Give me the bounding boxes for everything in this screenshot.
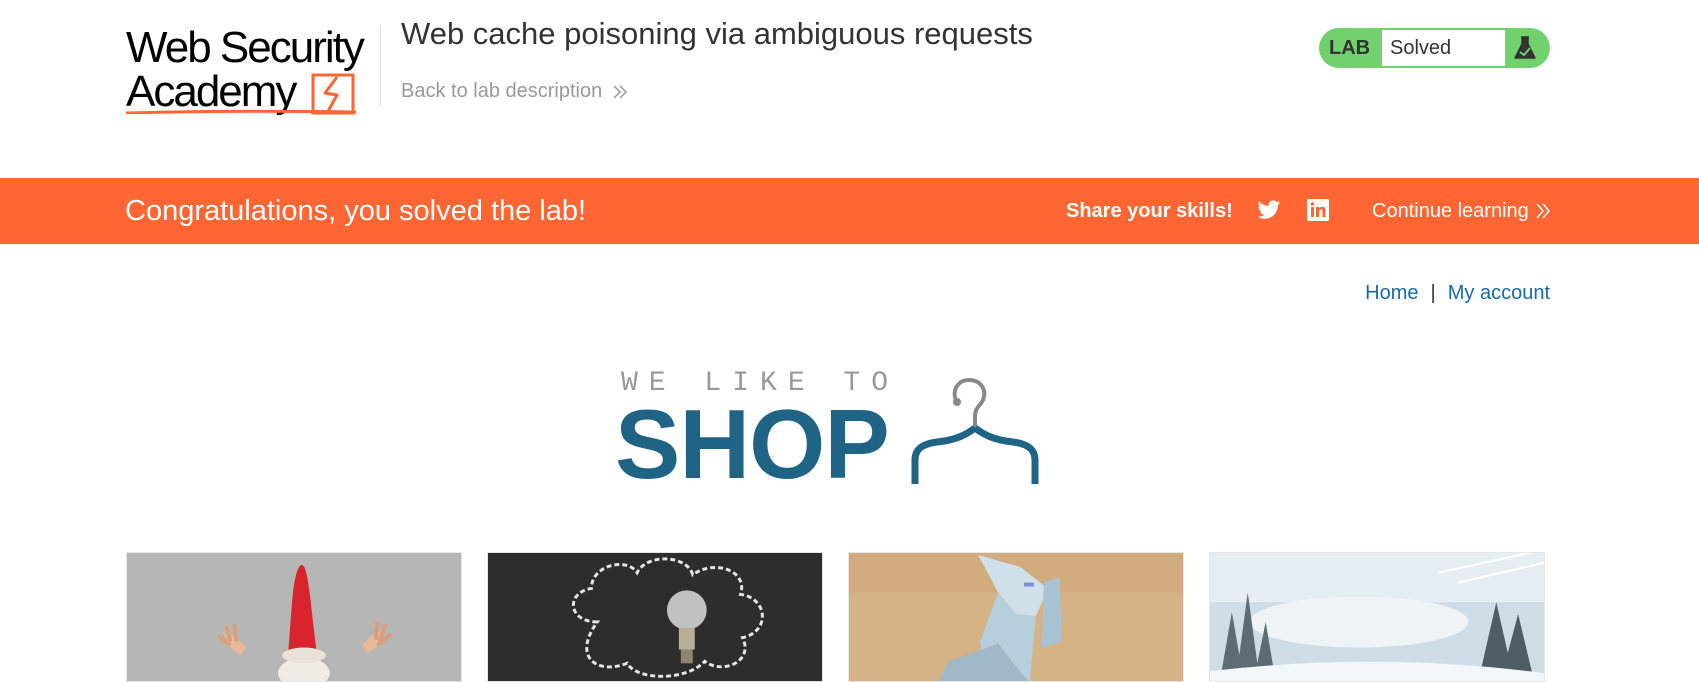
double-chevron-right-icon <box>613 84 628 99</box>
snowy-forest-image <box>1210 553 1544 681</box>
logo-line-1: Web Security <box>126 23 365 72</box>
back-link-label: Back to lab description <box>401 80 603 102</box>
garden-gnome-image <box>127 553 461 681</box>
light-bulb-chalk-cloud-image <box>488 553 822 681</box>
shop-logo-word: SHOP <box>615 389 890 499</box>
we-like-to-shop-logo: WE LIKE TO SHOP <box>615 364 1065 494</box>
nav-separator: | <box>1430 282 1436 304</box>
logo-line-2: Academy <box>126 67 297 116</box>
back-to-lab-description-link[interactable]: Back to lab description <box>401 80 628 103</box>
product-card-origami[interactable] <box>848 552 1184 682</box>
nav-home-link[interactable]: Home <box>1365 282 1418 304</box>
double-chevron-right-icon <box>1536 203 1550 219</box>
clothes-hanger-icon <box>911 377 1039 484</box>
solved-banner: Congratulations, you solved the lab! Sha… <box>0 178 1699 244</box>
web-security-academy-logo[interactable]: Web Security Academy <box>126 26 378 116</box>
lab-title: Web cache poisoning via ambiguous reques… <box>401 16 1033 51</box>
congratulations-message: Congratulations, you solved the lab! <box>125 195 587 227</box>
origami-paper-image <box>849 553 1183 681</box>
lab-badge-label: LAB <box>1329 37 1371 59</box>
linkedin-icon[interactable] <box>1306 199 1330 221</box>
header-divider <box>380 26 381 106</box>
flask-check-icon <box>1514 36 1536 59</box>
lab-status-text: Solved <box>1382 30 1505 66</box>
product-card-garden-gnome[interactable] <box>126 552 462 682</box>
top-navigation: Home | My account <box>1365 282 1550 305</box>
share-your-skills-label: Share your skills! <box>1066 200 1233 222</box>
continue-learning-link[interactable]: Continue learning <box>1372 178 1551 244</box>
nav-my-account-link[interactable]: My account <box>1448 282 1550 304</box>
lab-status-badge: LAB Solved <box>1319 28 1550 68</box>
continue-learning-label: Continue learning <box>1372 200 1529 222</box>
product-card-snowy-forest[interactable] <box>1209 552 1545 682</box>
logo-underline <box>126 110 356 114</box>
product-card-light-bulb[interactable] <box>487 552 823 682</box>
twitter-icon[interactable] <box>1257 199 1281 221</box>
